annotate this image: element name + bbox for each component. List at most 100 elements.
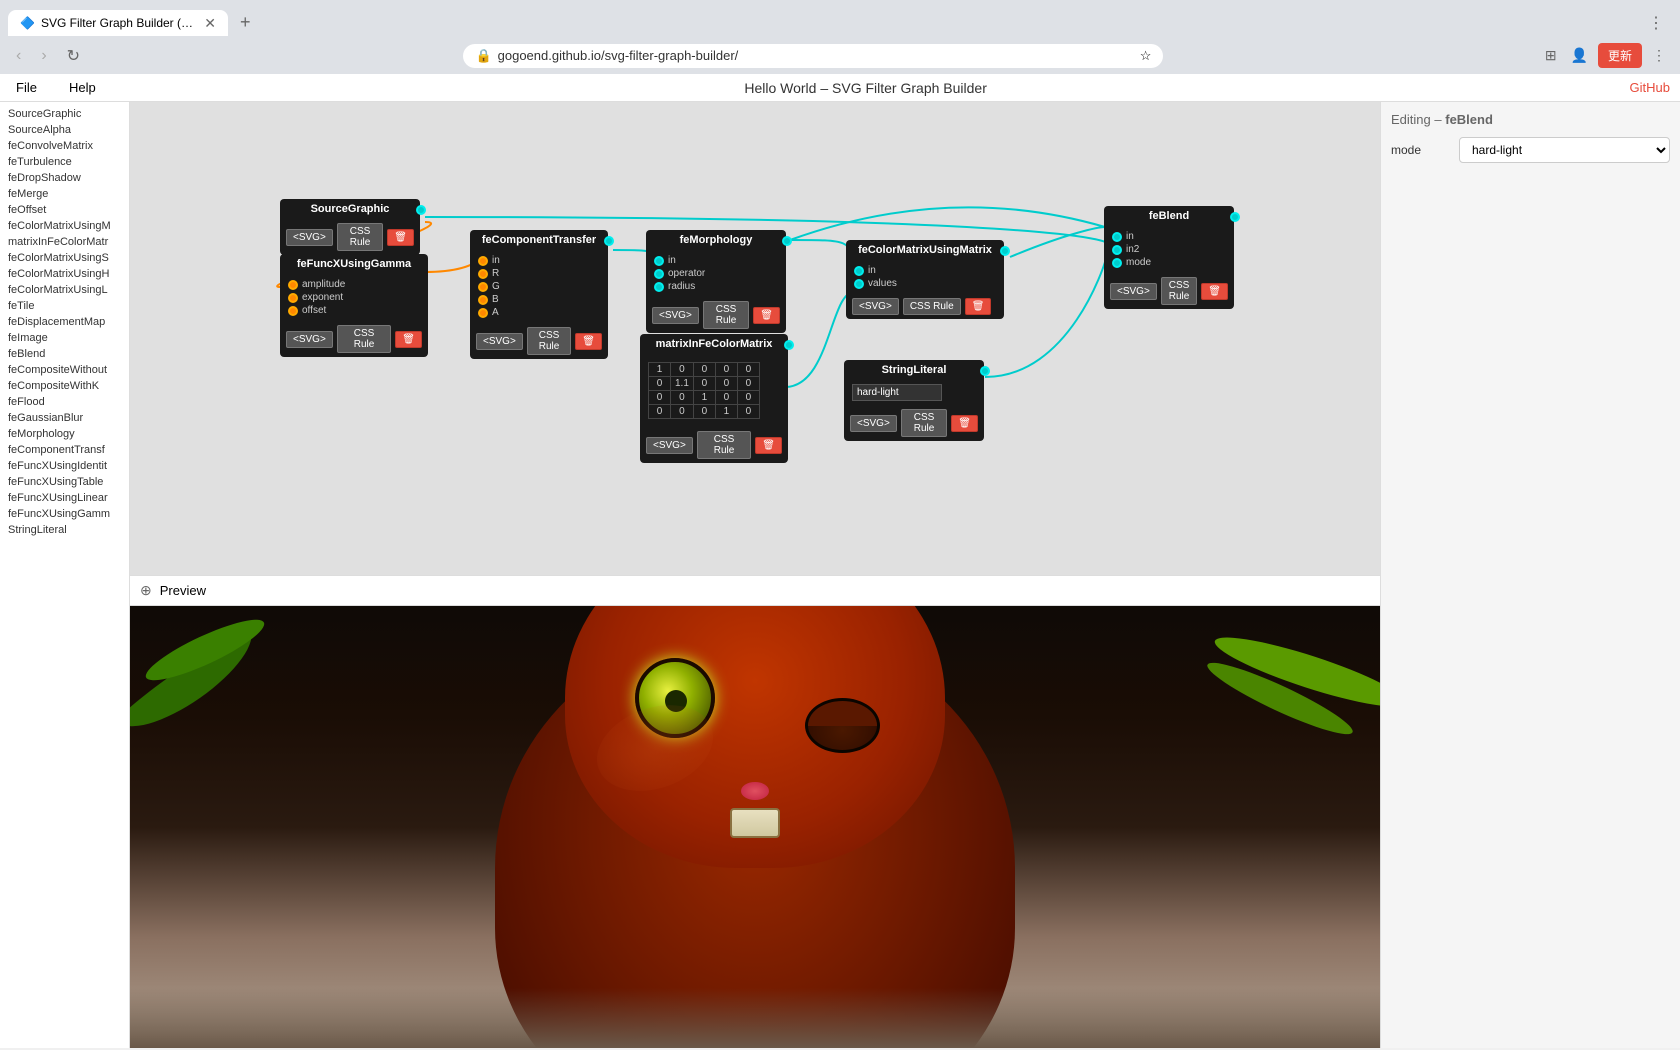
fem-radius-port[interactable] xyxy=(654,282,664,292)
sidebar-item-sourcegraphic[interactable]: SourceGraphic xyxy=(0,106,129,122)
sidebar-item-feoffset[interactable]: feOffset xyxy=(0,202,129,218)
panel-mode-select[interactable]: normal multiply screen overlay darken li… xyxy=(1459,137,1670,163)
node-sourcegraphic-header[interactable]: SourceGraphic xyxy=(280,199,420,219)
canvas-scroll-area[interactable]: SourceGraphic <SVG> CSS Rule 🗑 feFuncXUs… xyxy=(130,102,1380,575)
node-fcm-svg-btn[interactable]: <SVG> xyxy=(852,298,899,315)
sidebar-item-femorphology[interactable]: feMorphology xyxy=(0,426,129,442)
node-matrixinfecolormatrix-out-port[interactable] xyxy=(784,340,794,350)
sidebar-item-feflood[interactable]: feFlood xyxy=(0,394,129,410)
fect-r-port[interactable] xyxy=(478,269,488,279)
node-matrix-svg-btn[interactable]: <SVG> xyxy=(646,437,693,454)
menu-help[interactable]: Help xyxy=(63,78,102,97)
sidebar-item-feturbulence[interactable]: feTurbulence xyxy=(0,154,129,170)
sidebar-item-fecomponenttransf[interactable]: feComponentTransf xyxy=(0,442,129,458)
node-feblend-svg-btn[interactable]: <SVG> xyxy=(1110,283,1157,300)
sidebar-item-feconvolvematrix[interactable]: feConvolveMatrix xyxy=(0,138,129,154)
github-link[interactable]: GitHub xyxy=(1630,80,1670,95)
node-femorphology-header[interactable]: feMorphology xyxy=(646,230,786,250)
menu-file[interactable]: File xyxy=(10,78,43,97)
node-stringliteral-css-btn[interactable]: CSS Rule xyxy=(901,409,947,437)
sidebar-item-fetile[interactable]: feTile xyxy=(0,298,129,314)
sidebar-item-fefuncxusingtable[interactable]: feFuncXUsingTable xyxy=(0,474,129,490)
node-fecolormatrix-out-port[interactable] xyxy=(1000,246,1010,256)
node-sourcegraphic-delete-btn[interactable]: 🗑 xyxy=(387,229,414,246)
sidebar-item-fecolormatrixusingh[interactable]: feColorMatrixUsingH xyxy=(0,266,129,282)
tab-close-button[interactable]: ✕ xyxy=(204,16,216,30)
sidebar-item-fecolormatrixusingm[interactable]: feColorMatrixUsingM xyxy=(0,218,129,234)
profile-button[interactable]: 👤 xyxy=(1567,45,1592,66)
sidebar-item-feblend[interactable]: feBlend xyxy=(0,346,129,362)
sidebar-item-feimage[interactable]: feImage xyxy=(0,330,129,346)
node-fecomponenttransfer-out-port[interactable] xyxy=(604,236,614,246)
sidebar-item-sourcealpha[interactable]: SourceAlpha xyxy=(0,122,129,138)
sidebar-item-femerge[interactable]: feMerge xyxy=(0,186,129,202)
node-fefuncxusinggamma-css-btn[interactable]: CSS Rule xyxy=(337,325,391,353)
node-fefuncxusinggamma-delete-btn[interactable]: 🗑 xyxy=(395,331,422,348)
sidebar-item-fecolormatrixusingl[interactable]: feColorMatrixUsingL xyxy=(0,282,129,298)
fcm-values-port[interactable] xyxy=(854,279,864,289)
offset-port[interactable] xyxy=(288,306,298,316)
node-fefuncxusinggamma-header[interactable]: feFuncXUsingGamma xyxy=(280,254,428,274)
node-feblend-delete-btn[interactable]: 🗑 xyxy=(1201,283,1228,300)
star-icon[interactable]: ☆ xyxy=(1140,48,1152,64)
node-stringliteral-delete-btn[interactable]: 🗑 xyxy=(951,415,978,432)
node-feblend-header[interactable]: feBlend xyxy=(1104,206,1234,226)
fcm-in-port[interactable] xyxy=(854,266,864,276)
node-fem-svg-btn[interactable]: <SVG> xyxy=(652,307,699,324)
sidebar-item-fegaussianblur[interactable]: feGaussianBlur xyxy=(0,410,129,426)
fb-in2-port[interactable] xyxy=(1112,245,1122,255)
fect-b-port[interactable] xyxy=(478,295,488,305)
extensions-button[interactable]: ⊞ xyxy=(1541,45,1561,66)
stringliteral-value-input[interactable] xyxy=(852,384,942,401)
node-matrix-delete-btn[interactable]: 🗑 xyxy=(755,437,782,454)
url-bar[interactable]: 🔒 gogoend.github.io/svg-filter-graph-bui… xyxy=(463,44,1163,68)
sidebar-item-stringliteral[interactable]: StringLiteral xyxy=(0,522,129,538)
node-feblend-out-port[interactable] xyxy=(1230,212,1240,222)
tab-menu-button[interactable]: ⋮ xyxy=(1648,13,1664,33)
active-tab[interactable]: 🔷 SVG Filter Graph Builder (by @ ✕ xyxy=(8,10,228,36)
sidebar-item-matrixinfecolormatr[interactable]: matrixInFeColorMatr xyxy=(0,234,129,250)
preview-move-icon[interactable]: ⊕ xyxy=(140,582,152,599)
sidebar-item-fecolormatrixusings[interactable]: feColorMatrixUsingS xyxy=(0,250,129,266)
exponent-port[interactable] xyxy=(288,293,298,303)
fem-operator-port[interactable] xyxy=(654,269,664,279)
fect-g-port[interactable] xyxy=(478,282,488,292)
node-fect-delete-btn[interactable]: 🗑 xyxy=(575,333,602,350)
sidebar-item-fefuncxusinglinear[interactable]: feFuncXUsingLinear xyxy=(0,490,129,506)
node-fem-css-btn[interactable]: CSS Rule xyxy=(703,301,749,329)
back-button[interactable]: ‹ xyxy=(10,45,27,67)
sidebar-item-fecompositewithk[interactable]: feCompositeWithK xyxy=(0,378,129,394)
node-fecomponenttransfer-header[interactable]: feComponentTransfer xyxy=(470,230,608,250)
sidebar-item-fedropshadow[interactable]: feDropShadow xyxy=(0,170,129,186)
sidebar-item-fedisplacementmap[interactable]: feDisplacementMap xyxy=(0,314,129,330)
new-tab-button[interactable]: + xyxy=(232,8,259,37)
node-fect-css-btn[interactable]: CSS Rule xyxy=(527,327,571,355)
node-fcm-css-btn[interactable]: CSS Rule xyxy=(903,298,961,315)
node-fecolormatrixusingmatrix-header[interactable]: feColorMatrixUsingMatrix xyxy=(846,240,1004,260)
fb-in-port[interactable] xyxy=(1112,232,1122,242)
fb-mode-port[interactable] xyxy=(1112,258,1122,268)
node-stringliteral-out-port[interactable] xyxy=(980,366,990,376)
node-fefuncxusinggamma-svg-btn[interactable]: <SVG> xyxy=(286,331,333,348)
sidebar-item-fecompositewithout[interactable]: feCompositeWithout xyxy=(0,362,129,378)
sidebar-item-fefuncxusingidentit[interactable]: feFuncXUsingIdentit xyxy=(0,458,129,474)
node-matrix-css-btn[interactable]: CSS Rule xyxy=(697,431,751,459)
node-sourcegraphic-out-port[interactable] xyxy=(416,205,426,215)
node-fcm-delete-btn[interactable]: 🗑 xyxy=(965,298,992,315)
sidebar-item-fefuncxusinggamm[interactable]: feFuncXUsingGamm xyxy=(0,506,129,522)
node-feblend-css-btn[interactable]: CSS Rule xyxy=(1161,277,1197,305)
fect-a-port[interactable] xyxy=(478,308,488,318)
node-fect-svg-btn[interactable]: <SVG> xyxy=(476,333,523,350)
fem-in-port[interactable] xyxy=(654,256,664,266)
amplitude-port[interactable] xyxy=(288,280,298,290)
node-fem-delete-btn[interactable]: 🗑 xyxy=(753,307,780,324)
refresh-button[interactable]: ↻ xyxy=(61,44,86,68)
fect-in-port[interactable] xyxy=(478,256,488,266)
forward-button[interactable]: › xyxy=(35,45,52,67)
node-sourcegraphic-css-btn[interactable]: CSS Rule xyxy=(337,223,383,251)
node-stringliteral-svg-btn[interactable]: <SVG> xyxy=(850,415,897,432)
node-sourcegraphic-svg-btn[interactable]: <SVG> xyxy=(286,229,333,246)
node-stringliteral-header[interactable]: StringLiteral xyxy=(844,360,984,380)
update-button[interactable]: 更新 xyxy=(1598,43,1642,68)
node-femorphology-out-port[interactable] xyxy=(782,236,792,246)
